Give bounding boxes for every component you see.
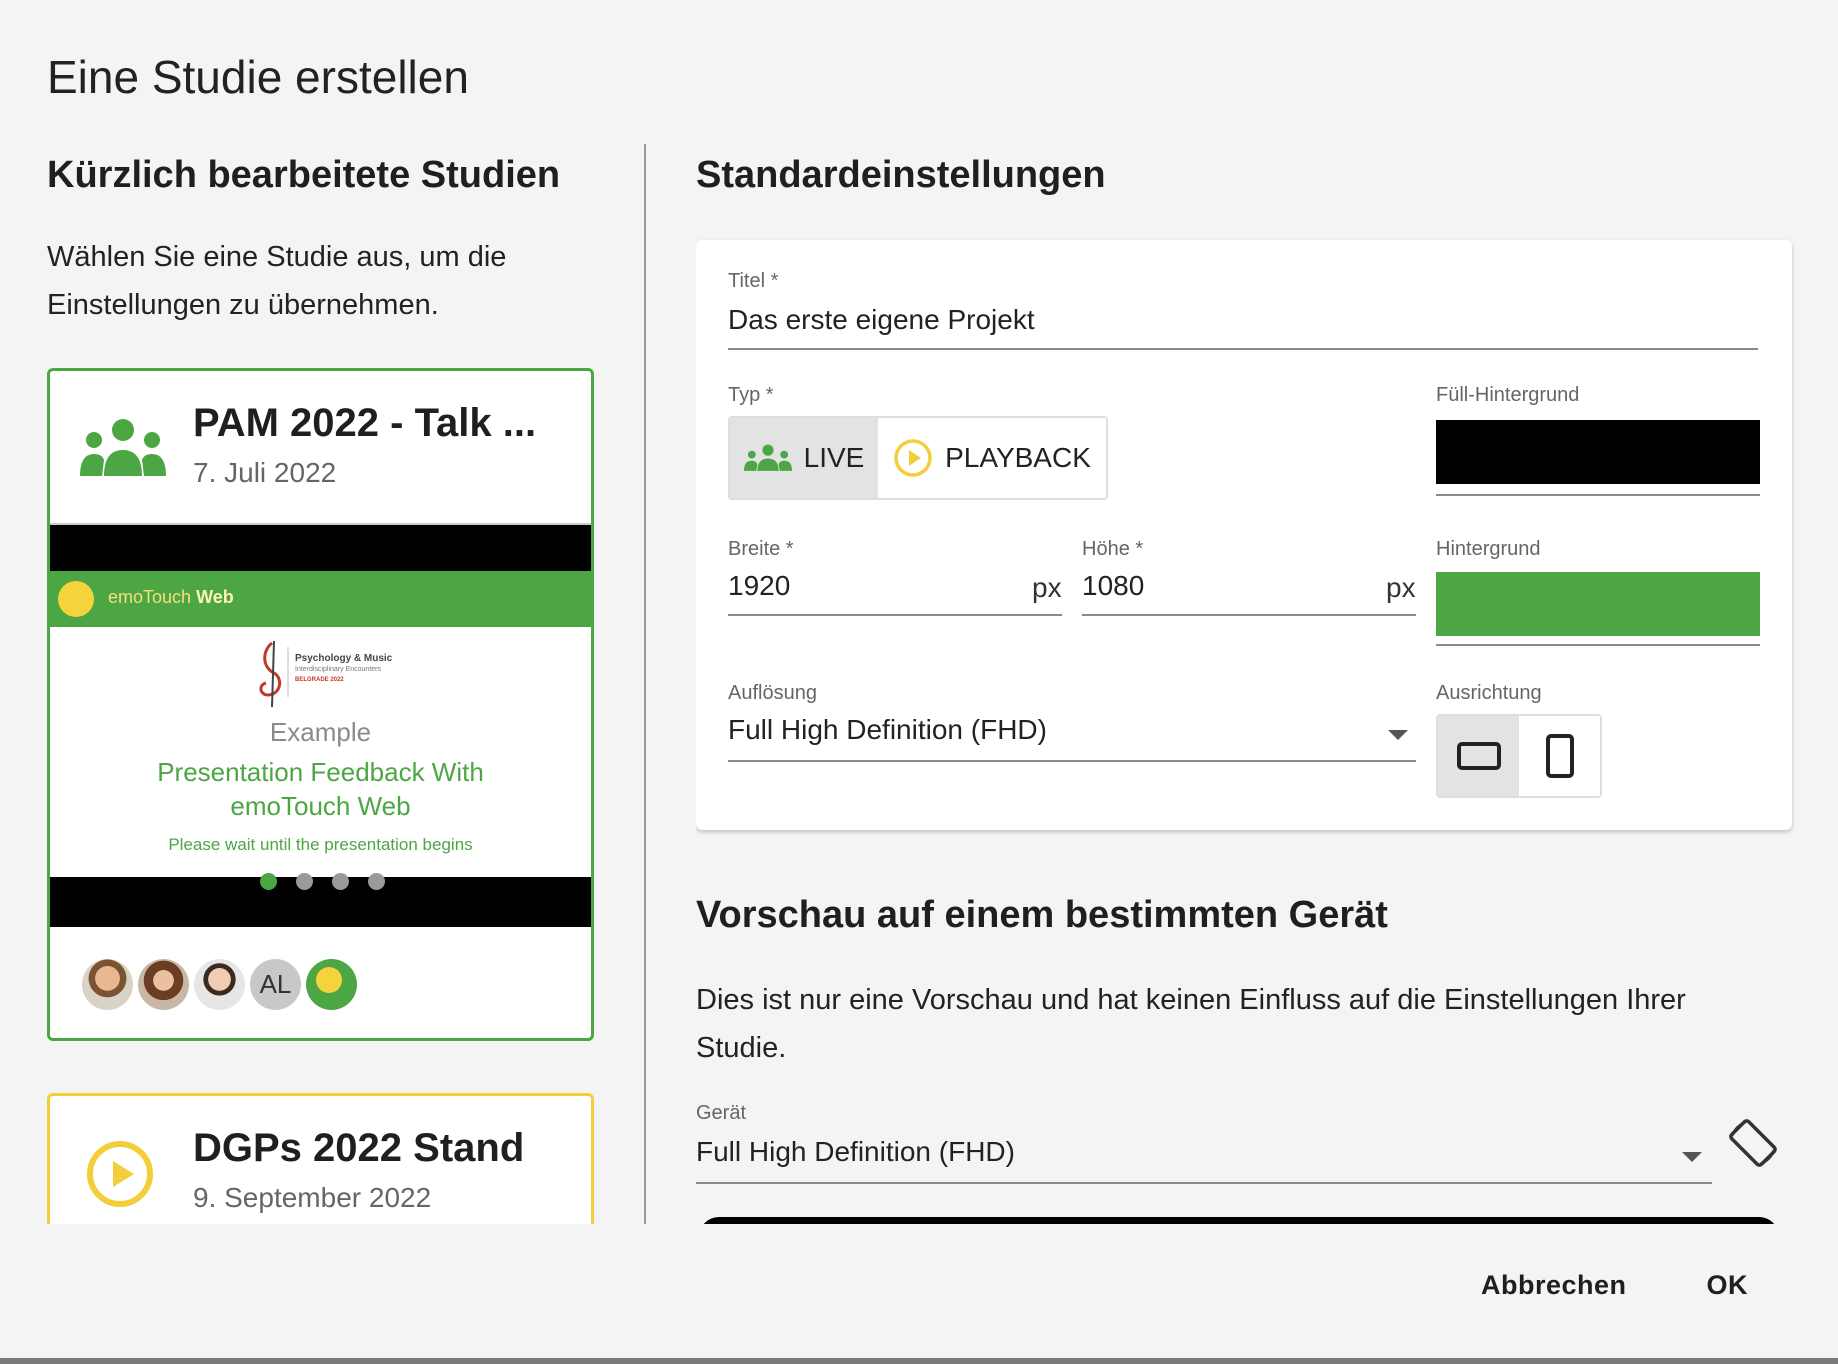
fill-background-label: Füll-Hintergrund — [1436, 384, 1580, 406]
avatar — [194, 959, 245, 1010]
title-input[interactable]: Das erste eigene Projekt — [728, 304, 1758, 336]
type-live-label: LIVE — [803, 442, 865, 473]
portrait-icon — [1545, 734, 1574, 778]
chevron-down-icon[interactable] — [1682, 1152, 1702, 1162]
device-preview-frame — [699, 1217, 1779, 1224]
recent-studies-panel: Kürzlich bearbeitete Studien Wählen Sie … — [47, 144, 607, 1224]
type-playback-label: PLAYBACK — [945, 442, 1091, 473]
study-title: DGPs 2022 Stand — [193, 1126, 525, 1170]
study-preview-thumbnail: emoTouch Web Psychology & Music Interdis… — [50, 523, 591, 927]
type-toggle: LIVE PLAYBACK — [728, 416, 1108, 500]
height-label: Höhe * — [1082, 538, 1144, 560]
play-circle-icon — [894, 439, 932, 477]
background-label: Hintergrund — [1436, 538, 1541, 560]
recent-studies-description: Wählen Sie eine Studie aus, um die Einst… — [47, 241, 507, 321]
width-underline — [728, 614, 1062, 616]
chevron-down-icon[interactable] — [1388, 730, 1408, 740]
width-label: Breite * — [728, 538, 794, 560]
study-date: 7. Juli 2022 — [193, 457, 337, 488]
resolution-underline — [728, 760, 1416, 762]
slide-dot[interactable] — [332, 873, 349, 890]
type-live-button[interactable]: LIVE — [730, 418, 878, 498]
landscape-icon — [1456, 742, 1501, 770]
rotate-device-icon[interactable] — [1726, 1116, 1780, 1170]
preview-headline: Presentation Feedback With emoTouch Web — [157, 757, 484, 821]
fill-background-swatch[interactable] — [1436, 420, 1760, 484]
orientation-label: Ausrichtung — [1436, 682, 1542, 704]
study-card-header: PAM 2022 - Talk ... 7. Juli 2022 — [50, 371, 591, 523]
emotouch-avatar — [306, 959, 357, 1010]
ok-button[interactable]: OK — [1707, 1270, 1749, 1301]
dialog-title: Eine Studie erstellen — [47, 51, 469, 103]
slide-dot[interactable] — [296, 873, 313, 890]
background-underline — [1436, 644, 1760, 646]
fill-background-underline — [1436, 494, 1760, 496]
cancel-button[interactable]: Abbrechen — [1481, 1270, 1627, 1301]
study-title: PAM 2022 - Talk ... — [193, 401, 537, 445]
collaborator-avatars: AL — [82, 959, 357, 1010]
study-date: 9. September 2022 — [193, 1182, 432, 1213]
height-input[interactable]: 1080 — [1082, 570, 1144, 602]
window-bottom-edge — [0, 1358, 1838, 1364]
width-input[interactable]: 1920 — [728, 570, 790, 602]
height-unit: px — [1386, 572, 1416, 603]
orientation-landscape-button[interactable] — [1438, 716, 1519, 796]
device-select[interactable]: Full High Definition (FHD) — [696, 1136, 1015, 1168]
logo-city: BELGRADE 2022 — [295, 677, 344, 683]
settings-card: Titel * Das erste eigene Projekt Typ * L… — [696, 240, 1792, 830]
preview-wait-text: Please wait until the presentation begin… — [168, 835, 473, 854]
default-settings-heading: Standardeinstellungen — [696, 154, 1106, 196]
resolution-label: Auflösung — [728, 682, 817, 704]
type-playback-button[interactable]: PLAYBACK — [878, 418, 1106, 498]
slide-dot[interactable] — [368, 873, 385, 890]
column-divider — [644, 144, 646, 1224]
preview-brand: emoTouch Web — [108, 587, 234, 607]
group-icon — [743, 444, 792, 471]
emotouch-smiley-icon — [58, 581, 94, 617]
preview-screen: emoTouch Web Psychology & Music Interdis… — [50, 571, 591, 877]
resolution-select[interactable]: Full High Definition (FHD) — [728, 714, 1047, 746]
logo-title: Psychology & Music — [295, 653, 393, 664]
avatar-initials: AL — [250, 959, 301, 1010]
height-underline — [1082, 614, 1416, 616]
type-label: Typ * — [728, 384, 774, 406]
preview-example: Example — [269, 717, 372, 747]
device-preview-description: Dies ist nur eine Vorschau und hat keine… — [696, 984, 1686, 1064]
avatar — [82, 959, 133, 1010]
logo-subtitle: Interdisciplinary Encounters — [295, 666, 381, 673]
create-study-dialog: Eine Studie erstellen Kürzlich bearbeite… — [0, 0, 1838, 1358]
title-label: Titel * — [728, 270, 779, 292]
width-unit: px — [1032, 572, 1062, 603]
device-preview-heading: Vorschau auf einem bestimmten Gerät — [696, 894, 1388, 936]
study-card-pam-2022[interactable]: PAM 2022 - Talk ... 7. Juli 2022 emoTouc… — [47, 368, 594, 1041]
device-label: Gerät — [696, 1102, 747, 1124]
slide-dot[interactable] — [260, 873, 277, 890]
settings-panel: Standardeinstellungen Titel * Das erste … — [696, 144, 1806, 1224]
avatar — [138, 959, 189, 1010]
slide-indicator — [260, 873, 385, 890]
orientation-toggle — [1436, 714, 1602, 798]
group-icon — [80, 419, 166, 476]
recent-studies-heading: Kürzlich bearbeitete Studien — [47, 154, 561, 196]
title-underline — [728, 348, 1758, 350]
orientation-portrait-button[interactable] — [1519, 716, 1600, 796]
preview-banner: emoTouch Web — [50, 571, 591, 627]
study-card-header: DGPs 2022 Stand 9. September 2022 — [50, 1096, 591, 1224]
play-circle-icon — [87, 1141, 153, 1207]
device-underline — [696, 1182, 1712, 1184]
study-card-dgps-2022[interactable]: DGPs 2022 Stand 9. September 2022 — [47, 1093, 594, 1224]
treble-clef-icon — [259, 640, 289, 708]
background-swatch[interactable] — [1436, 572, 1760, 636]
dialog-actions: Abbrechen OK — [1481, 1270, 1748, 1301]
